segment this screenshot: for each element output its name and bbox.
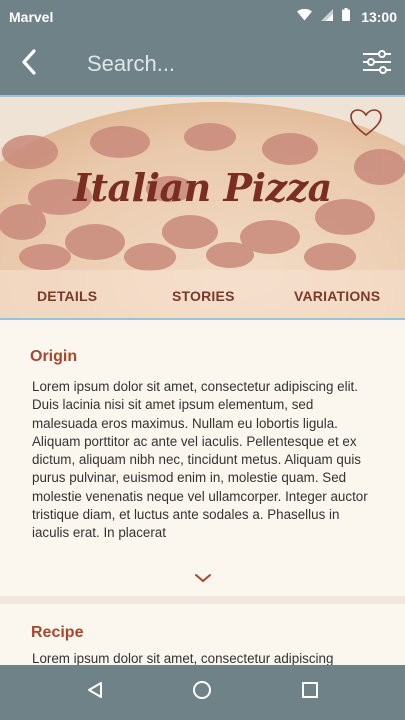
filter-button[interactable] — [349, 33, 405, 95]
back-button[interactable] — [0, 33, 58, 95]
app-bar: Search... — [0, 33, 405, 95]
home-circle-icon[interactable] — [192, 680, 212, 705]
origin-text: Lorem ipsum dolor sit amet, consectetur … — [32, 379, 368, 541]
system-nav-bar — [0, 665, 405, 720]
status-icons: 13:00 — [297, 7, 397, 26]
sliders-icon — [362, 49, 392, 79]
recipe-title: Italian Pizza — [73, 165, 332, 210]
recents-square-icon[interactable] — [301, 681, 319, 704]
expand-button[interactable] — [194, 571, 214, 585]
chevron-left-icon — [20, 48, 38, 80]
chevron-down-icon — [194, 571, 212, 588]
section-divider — [0, 596, 405, 604]
wifi-icon — [297, 8, 313, 26]
tab-details[interactable]: DETAILS — [37, 288, 97, 304]
recipe-section-title: Recipe — [31, 624, 84, 641]
back-triangle-icon[interactable] — [86, 681, 104, 704]
hero-banner: Italian Pizza DETAILS STORIES VARIATIONS — [0, 95, 405, 320]
heart-outline-icon — [350, 109, 382, 141]
recipe-card: Recipe Lorem ipsum dolor sit amet, conse… — [0, 604, 405, 665]
carrier-label: Marvel — [9, 8, 54, 25]
favorite-button[interactable] — [350, 109, 384, 139]
search-input[interactable]: Search... — [58, 51, 349, 77]
clock: 13:00 — [361, 8, 397, 25]
tab-variations[interactable]: VARIATIONS — [294, 288, 380, 304]
battery-icon — [342, 7, 351, 26]
tab-stories[interactable]: STORIES — [172, 288, 235, 304]
recipe-text: Lorem ipsum dolor sit amet, consectetur … — [32, 651, 334, 665]
origin-title: Origin — [30, 348, 78, 365]
status-bar: Marvel 13:00 — [0, 0, 405, 33]
tab-bar: DETAILS STORIES VARIATIONS — [0, 270, 405, 318]
origin-card: Origin Lorem ipsum dolor sit amet, conse… — [0, 329, 405, 596]
signal-icon — [321, 8, 334, 26]
